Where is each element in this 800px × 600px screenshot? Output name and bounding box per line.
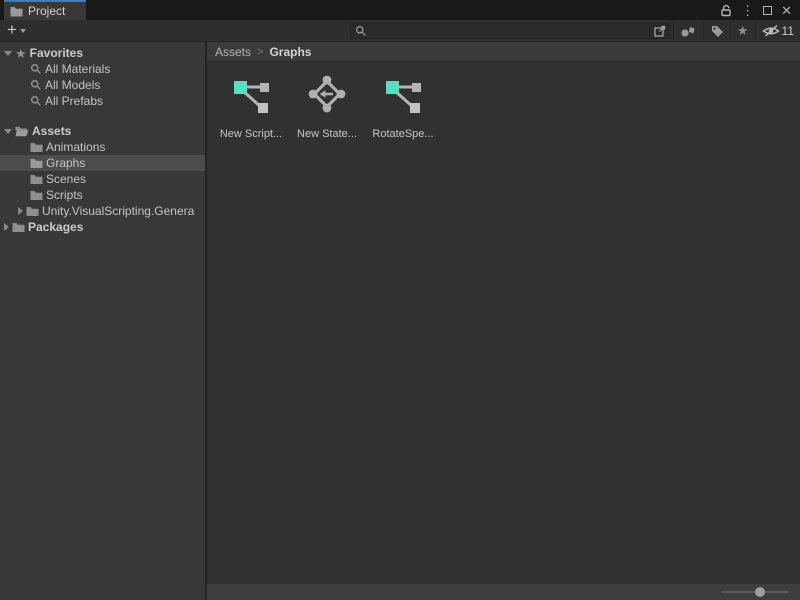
asset-label: New State... — [297, 128, 357, 140]
chevron-right-icon[interactable] — [4, 223, 9, 231]
chevron-down-icon[interactable] — [4, 129, 12, 134]
sidebar-item-label: All Prefabs — [45, 94, 103, 108]
search-field[interactable] — [350, 23, 670, 39]
tab-title: Project — [28, 4, 65, 18]
search-icon — [30, 63, 42, 75]
sidebar-item-label: Scenes — [46, 172, 86, 186]
sidebar-item-unity-visualscripting[interactable]: Unity.VisualScripting.Genera — [0, 203, 205, 219]
add-asset-button[interactable]: + — [0, 20, 33, 41]
close-icon[interactable]: ✕ — [781, 4, 792, 17]
state-graph-icon — [307, 74, 347, 114]
asset-new-script-graph[interactable]: New Script... — [213, 74, 289, 140]
hidden-count: 11 — [782, 24, 794, 38]
asset-rotate-speed-graph[interactable]: RotateSpe... — [365, 74, 441, 140]
folder-icon — [12, 222, 25, 233]
folder-icon — [30, 190, 43, 201]
star-icon: ★ — [737, 24, 749, 37]
slider-handle[interactable] — [755, 587, 765, 597]
sidebar-item-label: Assets — [32, 124, 71, 138]
folder-icon — [10, 6, 23, 17]
asset-label: RotateSpe... — [372, 128, 433, 140]
sidebar-item-label: Packages — [28, 220, 83, 234]
chevron-right-icon[interactable] — [18, 207, 23, 215]
main-area: ★ Favorites All Materials All Models All… — [0, 42, 800, 600]
search-icon — [30, 95, 42, 107]
asset-label: New Script... — [220, 128, 282, 140]
sidebar-item-all-materials[interactable]: All Materials — [0, 61, 205, 77]
sidebar-item-label: All Materials — [45, 62, 110, 76]
folder-icon — [30, 174, 43, 185]
search-by-label-button[interactable] — [703, 22, 730, 40]
search-by-type-button[interactable] — [673, 22, 703, 40]
sidebar-item-label: Unity.VisualScripting.Genera — [42, 204, 194, 218]
folder-icon — [30, 142, 43, 153]
sidebar-item-scenes[interactable]: Scenes — [0, 171, 205, 187]
breadcrumb: Assets > Graphs — [207, 42, 800, 62]
tab-project[interactable]: Project — [4, 0, 86, 20]
favorites-filter-button[interactable]: ★ — [730, 22, 755, 40]
sidebar-item-graphs[interactable]: Graphs — [0, 155, 205, 171]
sidebar-item-label: Graphs — [46, 156, 85, 170]
sidebar-item-all-prefabs[interactable]: All Prefabs — [0, 93, 205, 109]
breadcrumb-assets[interactable]: Assets — [215, 45, 251, 59]
sidebar-item-packages[interactable]: Packages — [0, 219, 205, 235]
asset-grid: New Script... New State... — [207, 62, 800, 583]
sidebar-item-all-models[interactable]: All Models — [0, 77, 205, 93]
chevron-down-icon[interactable] — [4, 51, 12, 56]
search-input[interactable] — [367, 24, 653, 38]
label-tag-icon — [710, 24, 724, 38]
sidebar-item-label: All Models — [45, 78, 100, 92]
script-graph-icon — [383, 74, 423, 114]
sidebar-item-favorites[interactable]: ★ Favorites — [0, 45, 205, 61]
folder-icon — [26, 206, 39, 217]
breadcrumb-separator: > — [257, 46, 263, 58]
asset-new-state-graph[interactable]: New State... — [289, 74, 365, 140]
chevron-down-icon — [20, 29, 26, 33]
asset-browser-content: Assets > Graphs New Script... — [207, 42, 800, 600]
tab-bar: Project ⋮ ✕ — [0, 0, 800, 20]
star-icon: ★ — [15, 47, 27, 60]
folder-icon — [30, 158, 43, 169]
eye-slash-icon — [762, 24, 780, 38]
folder-open-icon — [15, 126, 29, 137]
window-controls: ⋮ ✕ — [720, 0, 800, 20]
project-tree-sidebar: ★ Favorites All Materials All Models All… — [0, 42, 207, 600]
sidebar-item-label: Animations — [46, 140, 105, 154]
project-toolbar: + ★ 11 — [0, 20, 800, 42]
maximize-icon[interactable] — [763, 6, 772, 15]
search-icon — [30, 79, 42, 91]
sidebar-item-label: Scripts — [46, 188, 83, 202]
thumbnail-zoom-slider[interactable] — [722, 587, 788, 597]
search-icon — [355, 25, 367, 37]
kebab-menu-icon[interactable]: ⋮ — [741, 4, 754, 17]
open-search-window-icon[interactable] — [653, 24, 667, 38]
breadcrumb-current[interactable]: Graphs — [269, 45, 311, 59]
search-by-type-icon — [680, 24, 697, 38]
hidden-packages-toggle[interactable]: 11 — [755, 22, 800, 40]
status-bar — [207, 583, 800, 600]
unlock-icon[interactable] — [720, 4, 732, 17]
sidebar-item-animations[interactable]: Animations — [0, 139, 205, 155]
plus-icon: + — [7, 21, 17, 38]
sidebar-item-label: Favorites — [30, 46, 83, 60]
script-graph-icon — [231, 74, 271, 114]
sidebar-item-scripts[interactable]: Scripts — [0, 187, 205, 203]
sidebar-item-assets[interactable]: Assets — [0, 123, 205, 139]
